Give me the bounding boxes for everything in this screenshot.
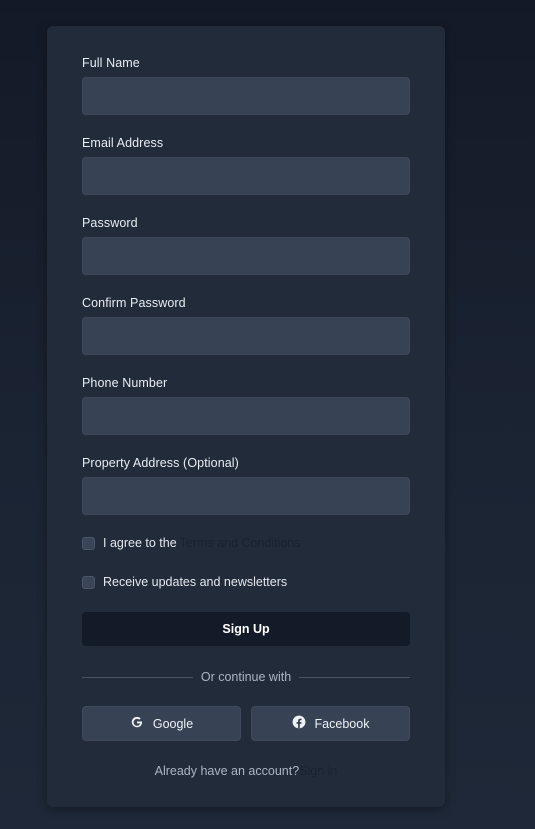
facebook-icon bbox=[292, 715, 306, 729]
phone-input[interactable] bbox=[82, 397, 410, 435]
property-address-label: Property Address (Optional) bbox=[82, 456, 239, 470]
terms-checkbox[interactable] bbox=[82, 536, 95, 550]
newsletter-row: Receive updates and newsletters bbox=[82, 574, 287, 590]
divider: Or continue with bbox=[82, 669, 411, 685]
password-label: Password bbox=[82, 216, 138, 230]
signin-prompt: Already have an account? bbox=[154, 764, 300, 778]
full-name-field: Full Name bbox=[82, 56, 410, 115]
facebook-button[interactable]: Facebook bbox=[251, 706, 410, 741]
google-label: Google bbox=[152, 716, 194, 731]
property-address-field: Property Address (Optional) bbox=[82, 456, 410, 515]
signin-link[interactable]: Sign in bbox=[299, 764, 337, 778]
google-button[interactable]: Google bbox=[82, 706, 241, 741]
signin-row: Already have an account?Sign in bbox=[47, 764, 445, 778]
email-label: Email Address bbox=[82, 136, 164, 150]
confirm-password-label: Confirm Password bbox=[82, 296, 186, 310]
google-icon bbox=[130, 715, 144, 729]
signup-card: Full Name Email Address Password Confirm… bbox=[47, 26, 445, 807]
password-input[interactable] bbox=[82, 237, 410, 275]
confirm-password-field: Confirm Password bbox=[82, 296, 410, 355]
full-name-input[interactable] bbox=[82, 77, 410, 115]
newsletter-checkbox[interactable] bbox=[82, 575, 95, 589]
phone-field: Phone Number bbox=[82, 376, 410, 435]
phone-label: Phone Number bbox=[82, 376, 168, 390]
sign-up-button[interactable]: Sign Up bbox=[82, 612, 410, 646]
confirm-password-input[interactable] bbox=[82, 317, 410, 355]
facebook-label: Facebook bbox=[314, 716, 370, 731]
email-field: Email Address bbox=[82, 136, 410, 195]
password-field: Password bbox=[82, 216, 410, 275]
divider-line-left bbox=[82, 676, 193, 678]
email-input[interactable] bbox=[82, 157, 410, 195]
property-address-input[interactable] bbox=[82, 477, 410, 515]
terms-link[interactable]: Terms and Conditions bbox=[180, 536, 301, 550]
newsletter-label: Receive updates and newsletters bbox=[103, 575, 288, 589]
terms-row: I agree to the Terms and Conditions bbox=[82, 535, 301, 551]
divider-text: Or continue with bbox=[200, 670, 292, 684]
terms-prefix: I agree to the bbox=[103, 536, 177, 550]
full-name-label: Full Name bbox=[82, 56, 140, 70]
divider-line-right bbox=[299, 676, 411, 678]
